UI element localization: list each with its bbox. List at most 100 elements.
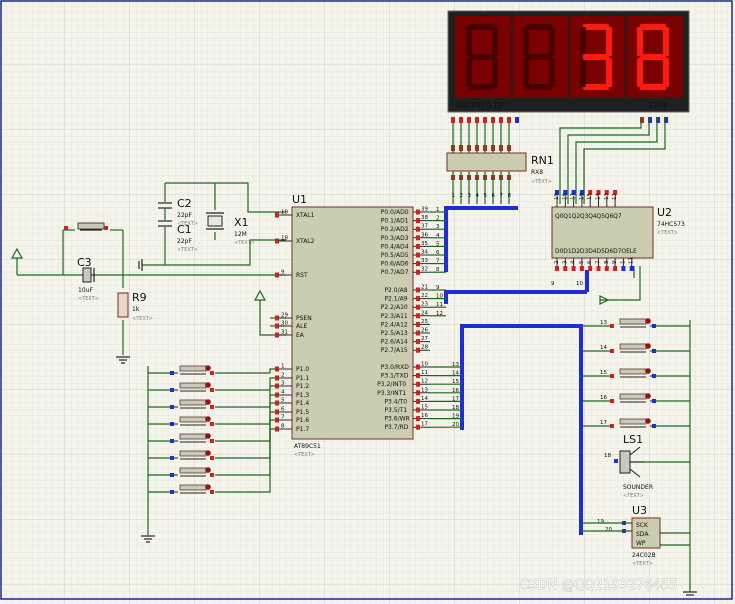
- u1-left-pin-dot: [275, 323, 279, 329]
- u2-q-num: 15: [587, 193, 593, 200]
- u1-pin-number: 1: [281, 364, 285, 370]
- u2-d-num: 4: [571, 260, 577, 264]
- seven-segment-display[interactable]: ABCDEFG DP 1234: [447, 10, 690, 113]
- net-label: 7: [436, 259, 440, 265]
- u1-ref: U1: [292, 193, 307, 206]
- rn1-text: <TEXT>: [531, 179, 552, 185]
- watermark: CSDN @QQ2193276455: [520, 578, 677, 593]
- button-pin: [610, 374, 614, 378]
- button-pin: [210, 371, 214, 375]
- u2-d-num: 11: [629, 257, 635, 264]
- x1-ref: X1: [234, 216, 249, 229]
- button-pin: [210, 439, 214, 443]
- u1-pin-name-psen: PSEN: [296, 315, 312, 322]
- u1-right-pin-dot: [416, 339, 420, 345]
- button-knob: [205, 467, 211, 473]
- net-label: 9: [436, 285, 440, 291]
- rn1-lead-label: 1: [452, 193, 456, 199]
- display-pin: [491, 117, 495, 123]
- u1-left-pin-dot: [275, 332, 279, 338]
- button-pin: [610, 324, 614, 328]
- u1-pin-number: 4: [281, 390, 285, 396]
- u1-pin-number: 9: [281, 270, 285, 276]
- u1-left-pin-dot: [275, 375, 279, 381]
- u2-q-num: 13: [604, 193, 610, 200]
- button-knob: [645, 368, 651, 374]
- button-pin: [170, 422, 174, 426]
- u1-pin-name-p20a8: P2.0/A8: [384, 287, 407, 294]
- u1-right-pin-dot: [416, 269, 420, 275]
- u1-pin-name-p37rd: P3.7/RD: [384, 424, 408, 431]
- u1-pin-number: 14: [421, 396, 428, 402]
- u1-pin-name-p34t0: P3.4/T0: [384, 398, 407, 405]
- display-pin: [483, 117, 487, 123]
- button-cap: [619, 393, 647, 400]
- u1-left-pin-dot: [275, 426, 279, 432]
- u1-pin-number: 29: [281, 313, 288, 319]
- u2-part: 74HC573: [657, 221, 685, 228]
- c3-text: <TEXT>: [78, 296, 99, 302]
- u1-pin-name-p01ad1: P0.1/AD1: [381, 218, 409, 225]
- net-label: 10: [436, 294, 443, 300]
- right-button-net-label: 15: [600, 370, 607, 376]
- x1-value: 12M: [234, 231, 247, 238]
- c2-ref: C2: [177, 197, 192, 210]
- button-cap: [179, 450, 207, 457]
- net-label: 18: [452, 405, 459, 411]
- u2-d-dot: [555, 266, 559, 271]
- u1-pin-number: 35: [421, 241, 428, 247]
- u1-pin-name-p00ad0: P0.0/AD0: [381, 209, 409, 216]
- button-knob: [205, 365, 211, 371]
- display-segment-pins: [451, 117, 519, 123]
- u3-part: 24C02B: [632, 552, 656, 559]
- u1-pin-number: 21: [421, 285, 428, 291]
- u1-pin-number: 39: [421, 207, 428, 213]
- c2-value: 22pF: [177, 212, 192, 219]
- ls1-net-label: 18: [604, 453, 611, 459]
- u2-d-dot: [621, 266, 626, 271]
- segment-pins-label: ABCDEFG DP: [456, 101, 505, 110]
- segment-c-digit-3: [606, 58, 612, 87]
- button-pin: [170, 473, 174, 477]
- u1-right-pin-dot: [416, 373, 420, 379]
- u1-right-pin-dot: [416, 287, 420, 293]
- ls1-value: SOUNDER: [623, 484, 653, 491]
- net-label: 11: [436, 302, 443, 308]
- display-pin: [459, 117, 463, 123]
- u1-pin-name-p13: P1.3: [296, 392, 309, 399]
- u1-pin-name-ale: ALE: [296, 323, 307, 330]
- u1-pin-name-p10: P1.0: [296, 366, 309, 373]
- u1-pin-number: 30: [281, 321, 288, 327]
- u3-net-sck: 19: [597, 519, 604, 525]
- u1-pin-number: 27: [421, 336, 428, 342]
- button-pin: [652, 374, 656, 378]
- button-pin: [610, 424, 614, 428]
- segment-g-digit-4: [640, 54, 666, 60]
- u1-right-pin-dot: [416, 261, 420, 267]
- u1-pin-name-p35t1: P3.5/T1: [384, 407, 407, 414]
- net-label: 15: [452, 379, 459, 385]
- u1-left-pin-dot: [275, 366, 279, 372]
- display-pin: [499, 117, 503, 123]
- button-knob: [205, 484, 211, 490]
- c3-ref: C3: [77, 256, 92, 269]
- button-pin: [170, 388, 174, 392]
- u1-pin-name-p24a12: P2.4/A12: [381, 321, 408, 328]
- net-label: 1: [436, 207, 440, 213]
- u2-q-num: 14: [596, 193, 602, 200]
- u2-d-num: 8: [604, 260, 610, 264]
- u1-left-pin-dot: [275, 212, 279, 218]
- right-button-net-label: 13: [600, 320, 607, 326]
- u1-pin-number: 8: [281, 424, 285, 430]
- segment-g-digit-2: [526, 54, 552, 60]
- segment-f-digit-3: [580, 27, 586, 56]
- u3-pin-sck: SCK: [636, 522, 649, 529]
- segment-d-digit-4: [640, 84, 666, 90]
- button-pin: [652, 424, 656, 428]
- net-label: 14: [452, 371, 459, 377]
- u1-pin-number: 24: [421, 310, 428, 316]
- u2-d-num: 2: [554, 261, 560, 265]
- display-pin: [467, 117, 471, 123]
- u1-right-pin-dot: [416, 407, 420, 413]
- u1-microcontroller[interactable]: U1 AT89C51 <TEXT> 19 XTAL118 XTAL29 RST29 PS…: [275, 193, 430, 458]
